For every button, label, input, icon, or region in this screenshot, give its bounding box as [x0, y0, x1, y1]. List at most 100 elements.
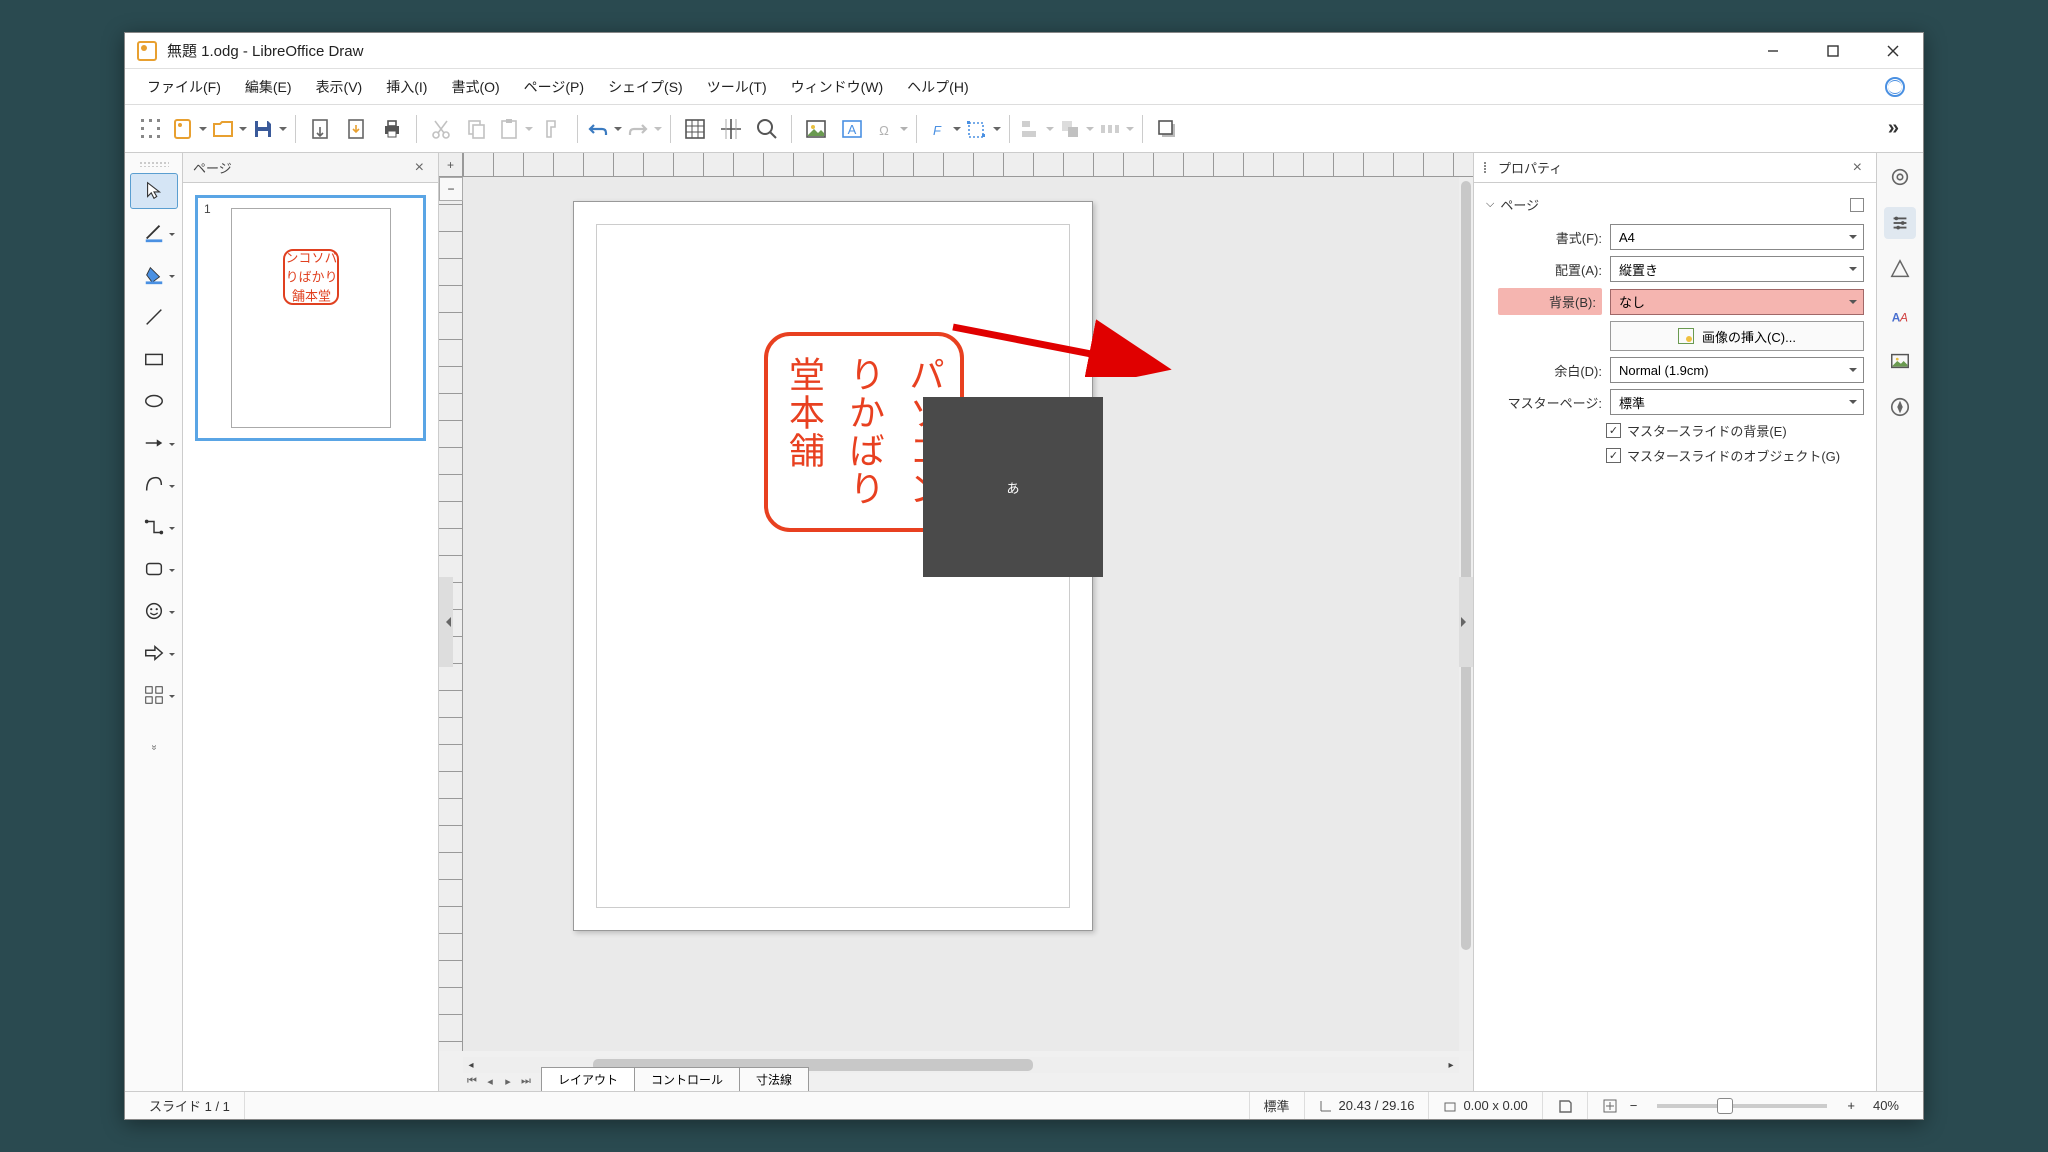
symbol-tool[interactable] [130, 593, 178, 629]
print-button[interactable] [376, 113, 408, 145]
status-standard[interactable]: 標準 [1250, 1092, 1305, 1119]
ruler-corner[interactable]: + [439, 153, 463, 177]
distribute-button[interactable] [1098, 113, 1134, 145]
page-section-header[interactable]: ⌵ ページ [1486, 191, 1864, 218]
arrange-button[interactable] [1058, 113, 1094, 145]
ruler-zoom-minus-top[interactable]: − [439, 177, 463, 201]
collapse-right[interactable] [1459, 577, 1473, 667]
fontwork-button[interactable]: F [925, 113, 961, 145]
paste-button[interactable] [497, 113, 533, 145]
sidebar-styles-icon[interactable]: AA [1884, 299, 1916, 331]
redo-button[interactable] [626, 113, 662, 145]
line-tool[interactable] [130, 299, 178, 335]
cut-button[interactable] [425, 113, 457, 145]
export-pdf-button[interactable] [340, 113, 372, 145]
rect-tool[interactable] [130, 341, 178, 377]
export-button[interactable] [304, 113, 336, 145]
globe-icon[interactable] [1885, 77, 1905, 97]
menu-help[interactable]: ヘルプ(H) [895, 71, 980, 103]
textbox-button[interactable]: A [836, 113, 868, 145]
zoom-controls[interactable]: − + 40% [1588, 1092, 1913, 1119]
zoom-button[interactable] [751, 113, 783, 145]
status-slide[interactable]: スライド 1 / 1 [135, 1092, 245, 1119]
transform-button[interactable] [965, 113, 1001, 145]
align-button[interactable] [1018, 113, 1054, 145]
master-obj-checkbox[interactable]: ✓ マスタースライドのオブジェクト(G) [1606, 446, 1864, 465]
sidebar-properties-icon[interactable] [1884, 207, 1916, 239]
orient-select[interactable]: 縦置き [1610, 256, 1864, 282]
fill-color-tool[interactable] [130, 257, 178, 293]
master-bg-checkbox[interactable]: ✓ マスタースライドの背景(E) [1606, 421, 1864, 440]
toolbar-overflow[interactable]: » [1876, 117, 1913, 140]
close-button[interactable] [1863, 33, 1923, 69]
block-arrow-tool[interactable] [130, 635, 178, 671]
ellipse-tool[interactable] [130, 383, 178, 419]
tool-dock: » [125, 153, 183, 1091]
page-section-label: ページ [1500, 195, 1539, 214]
zoom-slider[interactable] [1657, 1104, 1827, 1108]
background-select[interactable]: なし [1610, 289, 1864, 315]
new-button[interactable] [171, 113, 207, 145]
zoom-plus[interactable]: + [1841, 1098, 1861, 1113]
curve-tool[interactable] [130, 467, 178, 503]
menu-file[interactable]: ファイル(F) [135, 71, 233, 103]
line-color-tool[interactable] [130, 215, 178, 251]
menu-insert[interactable]: 挿入(I) [374, 71, 439, 103]
arrow-tool[interactable] [130, 425, 178, 461]
save-button[interactable] [251, 113, 287, 145]
menu-format[interactable]: 書式(O) [439, 71, 511, 103]
grid-button[interactable] [679, 113, 711, 145]
zoom-minus[interactable]: − [1624, 1098, 1644, 1113]
sidebar-gallery-icon[interactable] [1884, 345, 1916, 377]
sidebar-dock: AA [1877, 153, 1923, 1091]
clone-format-button[interactable] [537, 113, 569, 145]
menu-shape[interactable]: シェイプ(S) [596, 71, 695, 103]
insert-image-button-side[interactable]: 画像の挿入(C)... [1610, 321, 1864, 351]
menu-view[interactable]: 表示(V) [304, 71, 375, 103]
menu-edit[interactable]: 編集(E) [233, 71, 304, 103]
sidebar-settings-icon[interactable] [1884, 161, 1916, 193]
open-button[interactable] [211, 113, 247, 145]
snap-button[interactable] [715, 113, 747, 145]
handles-icon[interactable] [135, 113, 167, 145]
zoom-fit-icon[interactable] [1602, 1098, 1618, 1114]
menu-page[interactable]: ページ(P) [512, 71, 596, 103]
format-select[interactable]: A4 [1610, 224, 1864, 250]
collapse-left[interactable] [439, 577, 453, 667]
shadow-button[interactable] [1151, 113, 1183, 145]
sidebar-shapes-icon[interactable] [1884, 253, 1916, 285]
sidebar-navigator-icon[interactable] [1884, 391, 1916, 423]
page-thumbnail[interactable]: 1 パソコンりかばり堂本舗 [195, 195, 426, 441]
dock-grip[interactable] [139, 161, 169, 167]
margin-label: 余白(D): [1498, 361, 1602, 380]
master-select[interactable]: 標準 [1610, 389, 1864, 415]
horizontal-ruler[interactable] [463, 153, 1473, 177]
canvas[interactable]: 堂本舗 りかばり パソコン あ [463, 177, 1459, 1051]
pointer-tool[interactable] [130, 173, 178, 209]
more-shapes-tool[interactable] [130, 677, 178, 713]
view-tabs: ⏮◂▸⏭ レイアウト コントロール 寸法線 [463, 1067, 808, 1091]
margin-select[interactable]: Normal (1.9cm) [1610, 357, 1864, 383]
section-popout-icon[interactable] [1850, 198, 1864, 212]
minimize-button[interactable] [1743, 33, 1803, 69]
status-size: 0.00 x 0.00 [1429, 1092, 1542, 1119]
status-save-icon[interactable] [1543, 1092, 1588, 1119]
connector-tool[interactable] [130, 509, 178, 545]
close-pages-panel[interactable]: × [411, 159, 428, 177]
special-char-button[interactable]: Ω [872, 113, 908, 145]
svg-text:A: A [1899, 310, 1908, 324]
menu-tools[interactable]: ツール(T) [695, 71, 779, 103]
copy-button[interactable] [461, 113, 493, 145]
zoom-percent[interactable]: 40% [1873, 1098, 1899, 1113]
menu-window[interactable]: ウィンドウ(W) [779, 71, 896, 103]
tab-control[interactable]: コントロール [634, 1067, 740, 1091]
insert-image-button[interactable] [800, 113, 832, 145]
tab-nav[interactable]: ⏮◂▸⏭ [463, 1071, 535, 1091]
maximize-button[interactable] [1803, 33, 1863, 69]
basic-shapes-tool[interactable] [130, 551, 178, 587]
dock-expand[interactable]: » [130, 719, 178, 755]
undo-button[interactable] [586, 113, 622, 145]
tab-layout[interactable]: レイアウト [541, 1067, 635, 1091]
close-properties[interactable]: × [1849, 159, 1866, 177]
tab-dimension[interactable]: 寸法線 [739, 1067, 809, 1091]
